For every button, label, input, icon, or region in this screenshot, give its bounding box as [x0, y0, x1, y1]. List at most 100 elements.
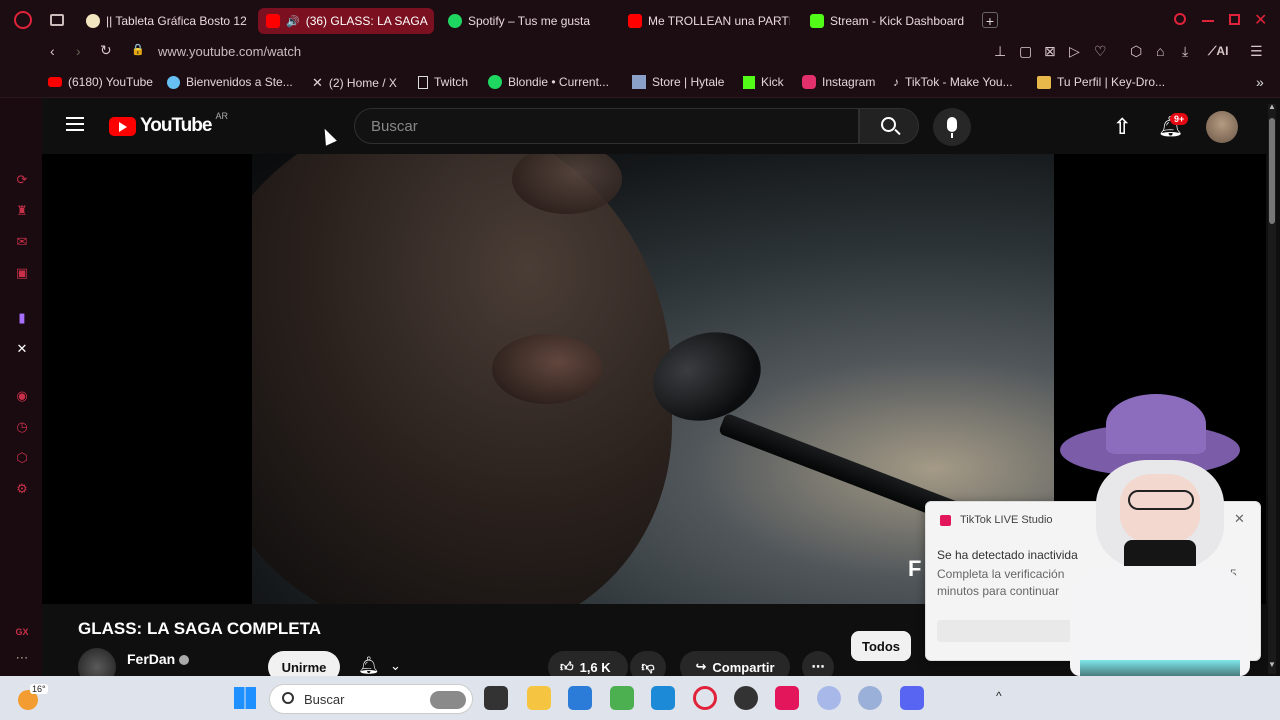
- bookmark-label: (6180) YouTube: [68, 75, 153, 89]
- search-button[interactable]: [859, 108, 919, 144]
- tab-kick-dashboard[interactable]: Stream - Kick Dashboard: [802, 8, 978, 34]
- bookmark-hytale[interactable]: Store | Hytale: [632, 75, 724, 89]
- speaker-icon[interactable]: 🔊: [286, 15, 300, 28]
- system-tray-chevron-icon[interactable]: ^: [996, 689, 1002, 703]
- heart-icon[interactable]: ♡: [1094, 43, 1107, 60]
- gx-corner-icon[interactable]: ♜: [14, 203, 30, 219]
- search-highlight-icon: [430, 691, 466, 709]
- wallet-icon[interactable]: ⌂: [1156, 43, 1164, 59]
- extensions-icon[interactable]: ⬡: [1130, 43, 1142, 60]
- youtube-wordmark: YouTube: [140, 115, 212, 136]
- snapshot-icon[interactable]: ▢: [1019, 43, 1032, 60]
- minimize-icon[interactable]: [1202, 20, 1214, 22]
- opera-gx-icon[interactable]: [693, 686, 717, 710]
- close-window-icon[interactable]: ✕: [1254, 10, 1267, 30]
- bookmark-twitch[interactable]: Twitch: [418, 75, 468, 89]
- bookmark-label: Store | Hytale: [652, 75, 725, 89]
- avatar-glasses: [1128, 490, 1194, 510]
- taskbar-search-input[interactable]: Buscar: [269, 684, 473, 714]
- tab-overview-icon[interactable]: [50, 14, 64, 26]
- tab-glass-la-saga[interactable]: 🔊 (36) GLASS: LA SAGA: [258, 8, 434, 34]
- messenger-icon[interactable]: ✉: [14, 234, 30, 250]
- tab-me-trollean[interactable]: Me TROLLEAN una PARTI: [620, 8, 790, 34]
- gx-footer-label[interactable]: GX: [14, 624, 30, 640]
- bookmark-spotify[interactable]: Blondie • Current...: [488, 75, 609, 89]
- scroll-up-arrow-icon[interactable]: ▲: [1268, 102, 1276, 111]
- adblock-icon[interactable]: ⊠: [1044, 43, 1056, 60]
- tab-favicon-icon: [86, 14, 100, 28]
- steam-icon: [167, 75, 180, 89]
- aria-ai-button[interactable]: ⟋AI: [1208, 44, 1228, 59]
- x-icon: ✕: [312, 75, 323, 90]
- youtube-icon: [266, 14, 280, 28]
- extensions-icon[interactable]: ⬡: [14, 450, 30, 466]
- bookmark-keydrop[interactable]: Tu Perfil | Key-Dro...: [1037, 75, 1165, 89]
- play-icon[interactable]: ▷: [1069, 43, 1080, 60]
- weather-temperature: 16°: [30, 684, 48, 694]
- more-bookmarks-icon[interactable]: »: [1256, 74, 1264, 90]
- back-icon[interactable]: ‹: [50, 43, 55, 59]
- popup-app-name: TikTok LIVE Studio: [960, 514, 1053, 526]
- upload-icon[interactable]: ⇧: [1113, 114, 1131, 140]
- twitch-icon[interactable]: ▮: [14, 310, 30, 326]
- easy-setup-icon[interactable]: ☰: [1250, 43, 1263, 60]
- pin-icon[interactable]: ⊥: [994, 43, 1006, 60]
- settings-icon[interactable]: ⚙: [14, 481, 30, 497]
- bookmark-tiktok[interactable]: ♪ TikTok - Make You...: [893, 75, 1013, 89]
- voice-search-button[interactable]: [933, 108, 971, 146]
- youtube-logo[interactable]: YouTube AR: [109, 111, 228, 137]
- menu-icon[interactable]: [66, 117, 84, 131]
- bookmark-steam[interactable]: Bienvenidos a Ste...: [167, 75, 293, 89]
- opera-logo-icon[interactable]: [14, 11, 32, 29]
- history-icon[interactable]: ◷: [14, 419, 30, 435]
- tab-spotify[interactable]: Spotify – Tus me gusta: [440, 8, 610, 34]
- channel-name[interactable]: FerDan: [127, 651, 175, 667]
- taskbar-search-placeholder: Buscar: [304, 692, 345, 707]
- bookmark-label: (2) Home / X: [328, 76, 397, 90]
- avatar[interactable]: [1206, 111, 1238, 143]
- tiktok-studio-icon[interactable]: [775, 686, 799, 710]
- windows-start-icon[interactable]: [234, 687, 256, 709]
- reload-icon[interactable]: ↻: [100, 42, 112, 59]
- new-tab-button[interactable]: +: [982, 12, 998, 29]
- x-icon[interactable]: ✕: [14, 341, 30, 357]
- search-input[interactable]: Buscar: [354, 108, 859, 144]
- bookmark-youtube[interactable]: (6180) YouTube: [48, 75, 153, 89]
- video-face-shape: [252, 154, 672, 604]
- player-icon[interactable]: ◉: [14, 388, 30, 404]
- scrollbar-thumb[interactable]: [1269, 118, 1275, 224]
- vtube-app-icon[interactable]: [817, 686, 841, 710]
- bookmark-kick[interactable]: Kick: [743, 75, 784, 89]
- thumbs-up-icon: 👍︎: [560, 659, 574, 674]
- tab-tableta[interactable]: || Tableta Gráfica Bosto 12: [78, 8, 248, 34]
- task-view-icon[interactable]: [484, 686, 508, 710]
- ocean-app-icon[interactable]: [651, 686, 675, 710]
- bookmark-label: Blondie • Current...: [508, 75, 609, 89]
- bell-icon[interactable]: 🔔︎: [358, 656, 380, 676]
- bookmark-label: TikTok - Make You...: [905, 75, 1013, 89]
- bookmark-instagram[interactable]: Instagram: [802, 75, 875, 89]
- bookmark-x[interactable]: ✕ (2) Home / X: [312, 75, 397, 91]
- filter-chip-todos[interactable]: Todos: [851, 631, 911, 661]
- tiktok-icon: ♪: [893, 75, 899, 89]
- chip-label: Todos: [861, 638, 901, 654]
- discord-icon[interactable]: [900, 686, 924, 710]
- minecraft-icon[interactable]: [610, 686, 634, 710]
- file-explorer-icon[interactable]: [527, 686, 551, 710]
- url-field[interactable]: www.youtube.com/watch: [158, 44, 301, 59]
- tab-label: (36) GLASS: LA SAGA: [305, 14, 428, 28]
- download-icon[interactable]: ⤓: [1182, 43, 1188, 60]
- obs-icon[interactable]: [734, 686, 758, 710]
- address-bar-row: ‹ › ↻ 🔒 www.youtube.com/watch ⊥ ▢ ⊠ ▷ ♡ …: [0, 36, 1280, 68]
- search-tabs-icon[interactable]: [1174, 13, 1186, 25]
- page-icon: [418, 75, 428, 89]
- settings-app-icon[interactable]: [858, 686, 882, 710]
- more-icon[interactable]: ⋯: [14, 650, 30, 666]
- refresh-icon[interactable]: ⟳: [14, 172, 30, 188]
- gx-mods-icon[interactable]: ▣: [14, 265, 30, 281]
- vtuber-avatar: [1040, 390, 1270, 720]
- forward-icon[interactable]: ›: [76, 43, 81, 59]
- maximize-icon[interactable]: [1229, 14, 1240, 25]
- ms-store-icon[interactable]: [568, 686, 592, 710]
- chevron-down-icon[interactable]: ⌄: [390, 658, 401, 674]
